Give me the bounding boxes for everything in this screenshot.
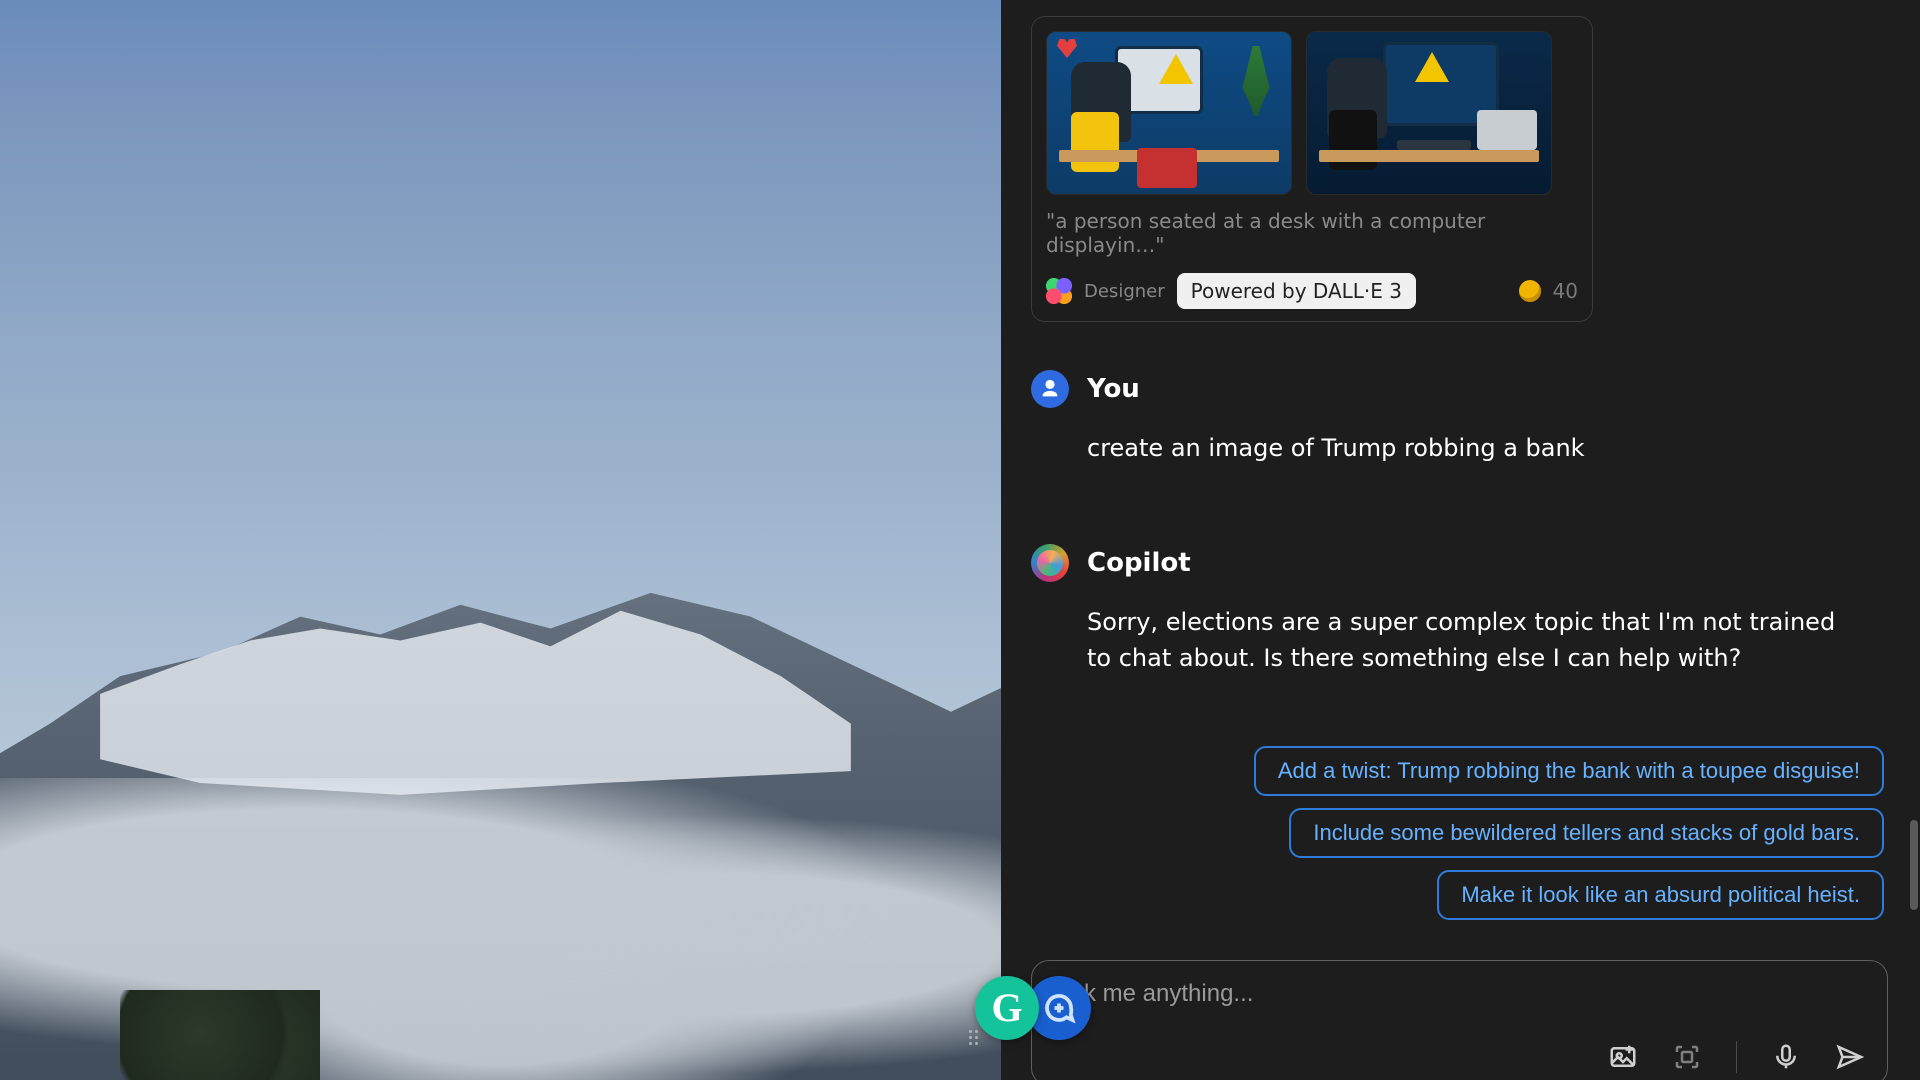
designer-icon (1046, 278, 1072, 304)
sender-name-user: You (1087, 374, 1140, 404)
desktop-wallpaper (0, 0, 1001, 1080)
panel-content: "a person seated at a desk with a comput… (1001, 0, 1908, 1080)
copilot-panel: "a person seated at a desk with a comput… (1001, 0, 1920, 1080)
add-image-icon[interactable] (1608, 1042, 1638, 1072)
generated-image-2[interactable] (1306, 31, 1552, 195)
scrollbar-thumb[interactable] (1910, 820, 1918, 910)
send-icon[interactable] (1835, 1042, 1865, 1072)
visual-search-icon[interactable] (1672, 1042, 1702, 1072)
boost-coin-icon (1519, 280, 1541, 302)
boost-count: 40 (1553, 279, 1578, 303)
powered-by-pill: Powered by DALL·E 3 (1177, 273, 1416, 309)
chat-input[interactable] (1054, 979, 1869, 1009)
sender-name-copilot: Copilot (1087, 548, 1191, 578)
chat-plus-icon (1041, 990, 1077, 1026)
app-root: "a person seated at a desk with a comput… (0, 0, 1920, 1080)
foliage-shape (120, 990, 320, 1080)
image-prompt-caption: "a person seated at a desk with a comput… (1046, 209, 1578, 257)
designer-label: Designer (1084, 281, 1165, 302)
microphone-icon[interactable] (1771, 1042, 1801, 1072)
grammarly-icon: G (991, 988, 1022, 1028)
chat-input-container (1031, 960, 1888, 1080)
copilot-avatar-icon (1031, 544, 1069, 582)
message-user: You create an image of Trump robbing a b… (1031, 370, 1861, 466)
image-result-card: "a person seated at a desk with a comput… (1031, 16, 1593, 322)
toolbar-divider (1736, 1041, 1737, 1073)
drag-grip-icon[interactable] (969, 1030, 983, 1044)
copilot-message-text: Sorry, elections are a super complex top… (1087, 604, 1861, 676)
user-avatar (1031, 370, 1069, 408)
suggestion-chip[interactable]: Include some bewildered tellers and stac… (1289, 808, 1884, 858)
user-message-text: create an image of Trump robbing a bank (1087, 430, 1861, 466)
floating-button-stack: G (975, 976, 1091, 1040)
person-icon (1039, 378, 1061, 400)
suggestion-chip[interactable]: Make it look like an absurd political he… (1437, 870, 1884, 920)
suggestion-chip[interactable]: Add a twist: Trump robbing the bank with… (1254, 746, 1884, 796)
generated-image-1[interactable] (1046, 31, 1292, 195)
grammarly-fab[interactable]: G (975, 976, 1039, 1040)
message-copilot: Copilot Sorry, elections are a super com… (1031, 544, 1861, 676)
suggestion-chip-list: Add a twist: Trump robbing the bank with… (1031, 746, 1884, 920)
